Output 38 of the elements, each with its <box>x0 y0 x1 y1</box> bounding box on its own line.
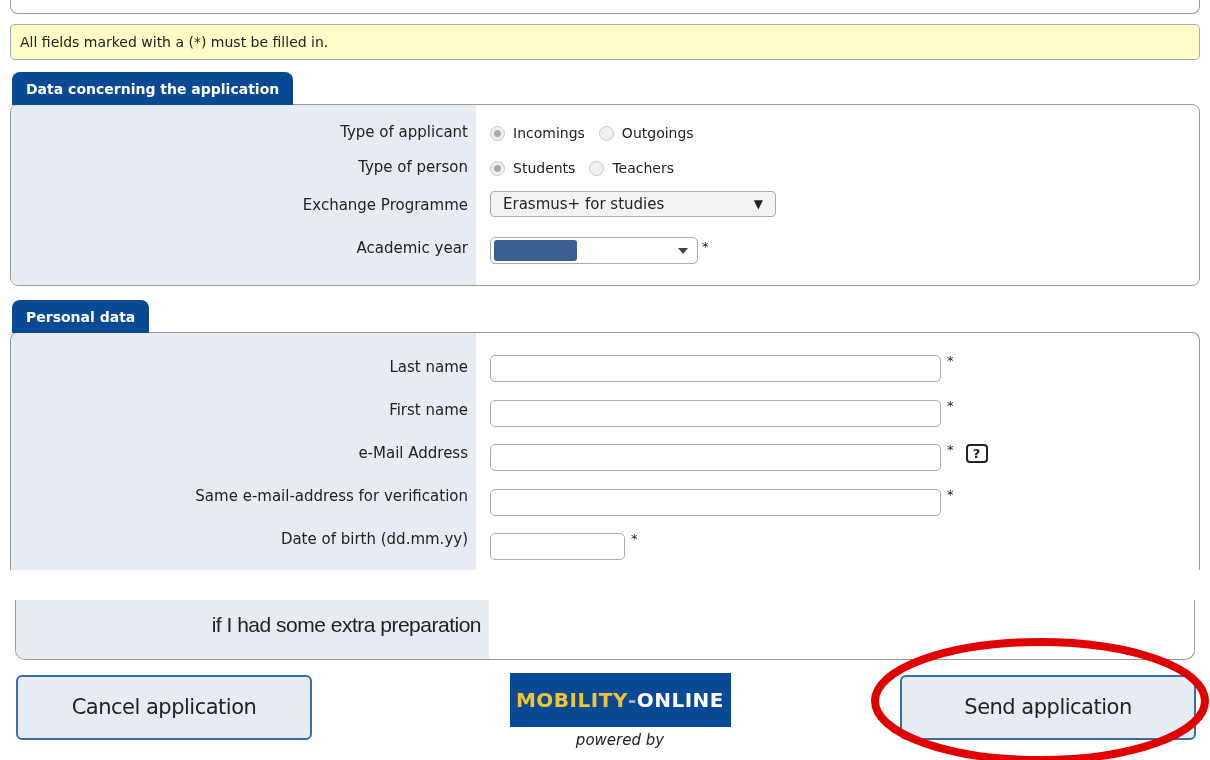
year-select[interactable] <box>490 237 698 264</box>
text-input[interactable] <box>490 355 941 382</box>
brand-logo: MOBILITY-ONLINE <box>509 673 731 727</box>
required-mark: * <box>947 485 954 504</box>
required-mark: * <box>947 396 954 415</box>
programme-select[interactable]: Erasmus+ for studies ▼ <box>490 191 776 217</box>
dropdown-arrow-icon <box>678 247 688 254</box>
radio-label: Incomings <box>513 124 585 143</box>
required-mark: * <box>947 441 954 459</box>
radio-label: Outgoings <box>621 124 694 143</box>
field-label: Type of applicant <box>340 122 468 143</box>
field-label: Same e-mail-address for verification <box>195 486 468 507</box>
logo-caption: powered by <box>575 730 665 751</box>
field-label: e-Mail Address <box>358 443 468 464</box>
required-mark: * <box>947 352 954 370</box>
required-mark: * <box>702 238 709 256</box>
field-label: Academic year <box>356 238 468 259</box>
cancel-button[interactable]: Cancel application <box>16 675 312 740</box>
text-input[interactable] <box>490 444 941 471</box>
required-mark: * <box>631 530 638 548</box>
field-label: if I had some extra preparation <box>211 613 481 637</box>
radio-button[interactable] <box>490 161 505 176</box>
field-label: Date of birth (dd.mm.yy) <box>280 529 468 550</box>
field-label: Last name <box>389 357 468 378</box>
text-input[interactable] <box>490 533 625 560</box>
radio-button[interactable] <box>589 161 605 176</box>
field-label: First name <box>389 400 468 421</box>
radio-label: Students <box>513 159 576 178</box>
send-button[interactable]: Send application <box>900 675 1196 740</box>
radio-button[interactable] <box>490 126 505 141</box>
field-label: Type of person <box>358 157 468 178</box>
text-input[interactable] <box>490 399 941 427</box>
radio-label: Teachers <box>612 159 674 178</box>
notice-banner: All fields marked with a (*) must be filled in. <box>10 24 1200 60</box>
radio-button[interactable] <box>598 126 614 141</box>
help-icon[interactable]: ? <box>965 444 988 463</box>
field-label: Exchange Programme <box>302 195 468 216</box>
text-input[interactable] <box>490 488 941 516</box>
